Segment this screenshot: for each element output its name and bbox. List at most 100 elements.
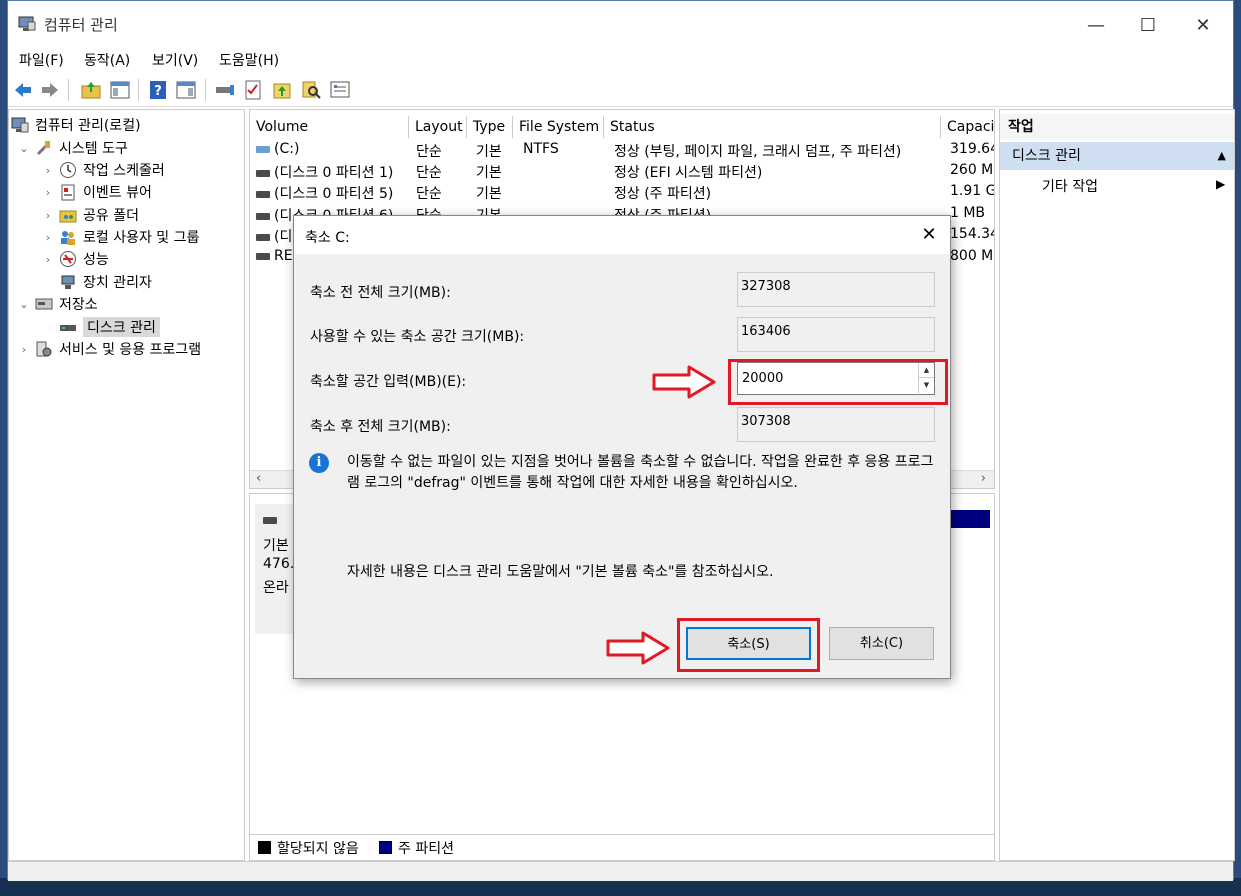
- properties-icon[interactable]: [329, 79, 351, 101]
- column-header-capacity[interactable]: Capaci: [941, 116, 994, 138]
- tree-item-device-manager[interactable]: 장치 관리자: [59, 271, 152, 293]
- menu-action[interactable]: 동작(A): [84, 50, 130, 70]
- table-row[interactable]: (C:) 단순 기본 NTFS 정상 (부팅, 페이지 파일, 크래시 덤프, …: [250, 140, 994, 161]
- chevron-right-icon[interactable]: ›: [41, 209, 55, 222]
- event-viewer-icon: [61, 184, 75, 201]
- shrink-amount-input[interactable]: [738, 363, 916, 394]
- legend-label-unallocated: 할당되지 않음: [277, 841, 359, 857]
- tools-icon: [36, 141, 50, 156]
- tree-item-local-users[interactable]: › 로컬 사용자 및 그룹: [41, 226, 200, 248]
- svg-text:?: ?: [154, 84, 162, 99]
- capacity-cell: 1.91 G: [950, 183, 995, 199]
- tree-item-system-tools[interactable]: ⌄ 시스템 도구: [17, 137, 128, 159]
- drive-icon: [256, 252, 270, 260]
- performance-icon: [60, 251, 76, 267]
- chevron-right-icon[interactable]: ›: [41, 186, 55, 199]
- export-icon[interactable]: [271, 79, 293, 101]
- computer-management-icon: [11, 117, 29, 133]
- close-button[interactable]: ✕: [1180, 11, 1226, 41]
- actions-group-label: 디스크 관리: [1012, 148, 1081, 164]
- title-bar: 컴퓨터 관리 — ☐ ✕: [8, 1, 1233, 45]
- tree-item-task-scheduler[interactable]: › 작업 스케줄러: [41, 159, 165, 181]
- volume-cell: (C:): [256, 141, 299, 157]
- type-cell: 기본: [476, 144, 502, 160]
- shared-folder-icon: [59, 210, 77, 223]
- menu-help[interactable]: 도움말(H): [219, 50, 279, 70]
- shrink-amount-stepper[interactable]: ▲ ▼: [737, 362, 935, 395]
- toolbar-separator: [68, 79, 69, 101]
- forward-arrow-icon[interactable]: [39, 79, 61, 101]
- menu-file[interactable]: 파일(F): [19, 50, 64, 70]
- capacity-cell: 154.34: [950, 226, 995, 242]
- info-message: 이동할 수 없는 파일이 있는 지점을 벗어나 볼륨을 축소할 수 없습니다. …: [347, 454, 934, 491]
- column-header-volume[interactable]: Volume: [250, 116, 409, 138]
- scroll-right-icon[interactable]: ›: [981, 471, 986, 486]
- tree-item-services[interactable]: › 서비스 및 응용 프로그램: [17, 338, 201, 360]
- chevron-right-icon[interactable]: ›: [41, 231, 55, 244]
- menu-bar: 파일(F) 동작(A) 보기(V) 도움말(H): [8, 45, 1233, 73]
- tree-label: 컴퓨터 관리(로컬): [35, 118, 141, 134]
- partition-bar[interactable]: [950, 510, 990, 528]
- tree-item-performance[interactable]: › 성능: [41, 248, 109, 270]
- tree-item-root[interactable]: 컴퓨터 관리(로컬): [11, 114, 141, 136]
- desktop-background-right: [1234, 0, 1241, 896]
- tree-label: 디스크 관리: [83, 317, 160, 337]
- chevron-right-icon[interactable]: ›: [41, 164, 55, 177]
- drive-icon: [256, 233, 270, 241]
- chevron-right-icon[interactable]: ›: [41, 253, 55, 266]
- minimize-button[interactable]: —: [1073, 11, 1119, 41]
- connect-icon[interactable]: [214, 79, 236, 101]
- total-before-value: 327308: [737, 272, 935, 307]
- actions-header: 작업: [1000, 114, 1234, 140]
- toolbar: ?: [8, 73, 1233, 107]
- submenu-arrow-icon[interactable]: ▶: [1216, 177, 1225, 191]
- back-arrow-icon[interactable]: [12, 79, 34, 101]
- up-folder-icon[interactable]: [80, 79, 102, 101]
- table-row[interactable]: (디스크 0 파티션 1) 단순 기본 정상 (EFI 시스템 파티션) 260…: [250, 161, 994, 182]
- tree-item-shared-folders[interactable]: › 공유 폴더: [41, 204, 139, 226]
- collapse-icon[interactable]: ▲: [1218, 142, 1226, 170]
- type-cell: 기본: [476, 186, 502, 202]
- chevron-right-icon[interactable]: ›: [17, 343, 31, 356]
- column-header-type[interactable]: Type: [467, 116, 513, 138]
- drive-icon: [256, 212, 270, 220]
- available-space-label: 사용할 수 있는 축소 공간 크기(MB):: [310, 329, 525, 345]
- search-icon[interactable]: [300, 79, 322, 101]
- legend-swatch-unallocated: [258, 841, 271, 854]
- layout-cell: 단순: [416, 144, 442, 160]
- tree-item-event-viewer[interactable]: › 이벤트 뷰어: [41, 181, 152, 203]
- info-icon: i: [309, 453, 329, 473]
- chevron-down-icon[interactable]: ⌄: [17, 142, 31, 155]
- desktop-background-left: [0, 0, 7, 896]
- cancel-button[interactable]: 취소(C): [829, 627, 934, 660]
- tree-item-storage[interactable]: ⌄ 저장소: [17, 293, 97, 315]
- column-header-file-system[interactable]: File System: [513, 116, 604, 138]
- help-icon[interactable]: ?: [147, 79, 169, 101]
- status-bar: [8, 861, 1233, 881]
- maximize-button[interactable]: ☐: [1125, 11, 1171, 41]
- volume-cell: (디스크 0 파티션 5): [256, 183, 393, 203]
- spin-up-icon[interactable]: ▲: [918, 363, 934, 378]
- action-pane-icon[interactable]: [175, 79, 197, 101]
- capacity-cell: 800 M: [950, 248, 994, 264]
- tree-label: 장치 관리자: [83, 275, 152, 291]
- actions-group-disk-management[interactable]: 디스크 관리 ▲: [1000, 142, 1234, 170]
- dialog-close-button[interactable]: ✕: [912, 220, 946, 250]
- shrink-button[interactable]: 축소(S): [686, 627, 811, 660]
- chevron-down-icon[interactable]: ⌄: [17, 298, 31, 311]
- computer-management-icon: [18, 16, 36, 31]
- menu-view[interactable]: 보기(V): [152, 50, 198, 70]
- column-header-layout[interactable]: Layout: [409, 116, 467, 138]
- column-header-status[interactable]: Status: [604, 116, 941, 138]
- show-hide-console-tree-icon[interactable]: [109, 79, 131, 101]
- volume-cell: (디스크 0 파티션 1): [256, 162, 393, 182]
- table-row[interactable]: (디스크 0 파티션 5) 단순 기본 정상 (주 파티션) 1.91 G: [250, 182, 995, 203]
- actions-item-more[interactable]: 기타 작업: [1042, 176, 1098, 196]
- checklist-icon[interactable]: [242, 79, 264, 101]
- device-manager-icon: [61, 275, 75, 289]
- scroll-left-icon[interactable]: ‹: [256, 471, 261, 486]
- layout-cell: 단순: [416, 186, 442, 202]
- tree-item-disk-management[interactable]: 디스크 관리: [59, 316, 160, 338]
- drive-icon: [256, 190, 270, 198]
- spin-down-icon[interactable]: ▼: [918, 378, 934, 393]
